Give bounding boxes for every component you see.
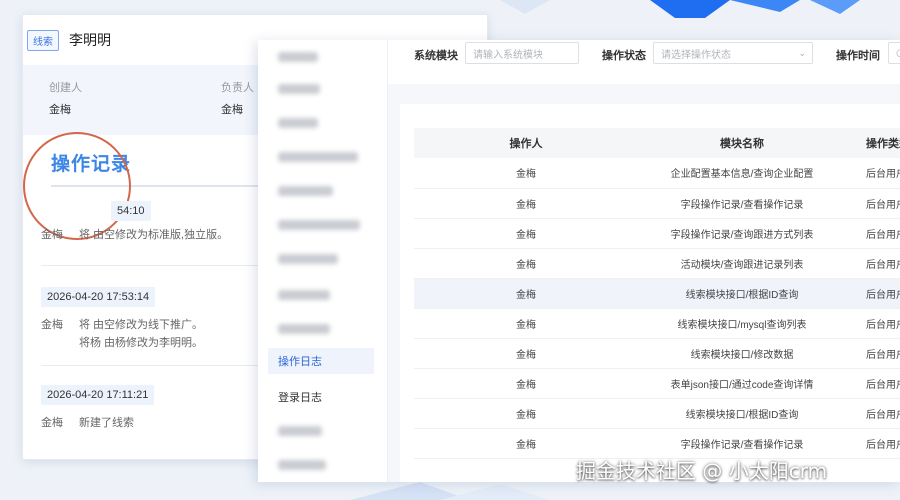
chevron-down-icon: ⌄ [798,48,806,58]
operation-log-window: 操作日志 登录日志 系统模块 请输入系统模块 操作状态 请选择操作状态 ⌄ 操作… [258,40,900,482]
record-operator: 金梅 [41,319,63,331]
sidebar-item-blurred[interactable] [268,452,374,478]
table-row[interactable]: 金梅线索模块接口/根据ID查询后台用户 [414,398,900,429]
cell-type: 后台用户 [846,338,900,369]
time-filter-label: 操作时间 [836,50,880,62]
record-divider [41,265,291,266]
cell-module: 线索模块接口/根据ID查询 [638,398,846,429]
log-table-container: 操作人 模块名称 操作类型 金梅企业配置基本信息/查询企业配置后台用户 金梅字段… [400,104,900,482]
lead-tag-badge: 线索 [27,29,59,51]
sidebar-item-blurred[interactable] [268,178,374,204]
record-operator: 金梅 [41,229,63,241]
record-time: 2026-04-20 17:53:14 [41,287,156,307]
cell-module: 字段操作记录/查看操作记录 [638,428,846,459]
sidebar-item-blurred[interactable] [268,44,374,70]
cell-module: 线索模块接口/根据ID查询 [638,278,846,309]
creator-value: 金梅 [49,104,71,116]
owner-label: 负责人 [221,82,254,94]
table-row[interactable]: 金梅线索模块接口/修改数据后台用户 [414,338,900,369]
cell-type: 后台用户 [846,218,900,249]
cell-module: 线索模块接口/修改数据 [638,338,846,369]
operation-log-table: 操作人 模块名称 操作类型 金梅企业配置基本信息/查询企业配置后台用户 金梅字段… [414,128,900,459]
cell-module: 线索模块接口/mysql查询列表 [638,308,846,339]
cell-operator: 金梅 [414,368,638,399]
cell-operator: 金梅 [414,428,638,459]
sidebar-item-login-log[interactable]: 登录日志 [268,384,374,410]
clock-icon: ◷ [896,48,900,59]
status-filter-label: 操作状态 [602,50,646,62]
creator-field: 创建人 金梅 [49,79,82,117]
cell-type: 后台用户 [846,278,900,309]
cell-operator: 金梅 [414,218,638,249]
owner-field: 负责人 金梅 [221,79,254,117]
table-row[interactable]: 金梅字段操作记录/查看操作记录后台用户 [414,428,900,459]
cell-operator: 金梅 [414,188,638,219]
cell-type: 后台用户 [846,398,900,429]
cell-operator: 金梅 [414,248,638,279]
cell-type: 后台用户 [846,158,900,189]
record-operator: 金梅 [41,417,63,429]
sidebar-item-blurred[interactable] [268,282,374,308]
cell-type: 后台用户 [846,368,900,399]
sidebar-item-blurred[interactable] [268,212,374,238]
time-range-picker[interactable]: ◷ [888,42,900,64]
module-filter-label: 系统模块 [414,50,458,62]
record-divider [41,365,291,366]
column-header-operator: 操作人 [414,128,638,158]
record-operator [41,335,79,351]
table-row[interactable]: 金梅字段操作记录/查询跟进方式列表后台用户 [414,218,900,249]
sidebar-item-blurred[interactable] [268,316,374,342]
table-row[interactable]: 金梅企业配置基本信息/查询企业配置后台用户 [414,158,900,189]
column-header-module: 模块名称 [638,128,846,158]
table-header-row: 操作人 模块名称 操作类型 [414,128,900,158]
cell-operator: 金梅 [414,278,638,309]
creator-label: 创建人 [49,82,82,94]
cell-module: 字段操作记录/查询跟进方式列表 [638,218,846,249]
sidebar-item-blurred[interactable] [268,144,374,170]
record-time: 2026-04-20 17:11:21 [41,385,155,405]
sidebar-item-operation-log[interactable]: 操作日志 [268,348,374,374]
cell-operator: 金梅 [414,338,638,369]
column-header-type: 操作类型 [846,128,900,158]
cell-type: 后台用户 [846,248,900,279]
main-content: 系统模块 请输入系统模块 操作状态 请选择操作状态 ⌄ 操作时间 ◷ 操作人 模… [388,40,900,482]
owner-value: 金梅 [221,104,243,116]
cell-module: 表单json接口/通过code查询详情 [638,368,846,399]
table-row[interactable]: 金梅线索模块接口/根据ID查询后台用户 [414,278,900,309]
background-decoration [500,0,860,18]
module-search-input[interactable]: 请输入系统模块 [465,42,579,64]
table-row[interactable]: 金梅字段操作记录/查看操作记录后台用户 [414,188,900,219]
record-time: 54:10 [111,201,151,221]
cell-operator: 金梅 [414,398,638,429]
table-row[interactable]: 金梅线索模块接口/mysql查询列表后台用户 [414,308,900,339]
sidebar-menu: 操作日志 登录日志 [258,40,388,482]
table-row[interactable]: 金梅表单json接口/通过code查询详情后台用户 [414,368,900,399]
table-row[interactable]: 金梅活动模块/查询跟进记录列表后台用户 [414,248,900,279]
sidebar-item-blurred[interactable] [268,76,374,102]
cell-operator: 金梅 [414,158,638,189]
module-input-placeholder: 请输入系统模块 [473,49,543,61]
watermark-text: 掘金技术社区 @ 小太阳crm [576,459,828,483]
sidebar-item-blurred[interactable] [268,418,374,444]
status-select[interactable]: 请选择操作状态 ⌄ [653,42,813,64]
sidebar-item-blurred[interactable] [268,110,374,136]
status-select-placeholder: 请选择操作状态 [661,49,731,61]
sidebar-item-blurred[interactable] [268,246,374,272]
filter-bar: 系统模块 请输入系统模块 操作状态 请选择操作状态 ⌄ 操作时间 ◷ [388,40,900,84]
cell-module: 字段操作记录/查看操作记录 [638,188,846,219]
cell-module: 企业配置基本信息/查询企业配置 [638,158,846,189]
lead-name: 李明明 [69,32,111,48]
cell-module: 活动模块/查询跟进记录列表 [638,248,846,279]
cell-type: 后台用户 [846,428,900,459]
cell-operator: 金梅 [414,308,638,339]
cell-type: 后台用户 [846,308,900,339]
cell-type: 后台用户 [846,188,900,219]
